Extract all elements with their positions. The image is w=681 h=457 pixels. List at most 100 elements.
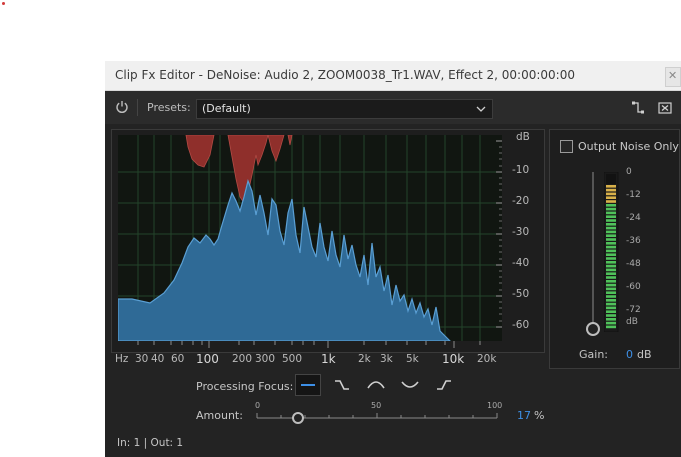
hz-label: 60 [171,353,185,365]
amount-value[interactable]: 17 [517,409,531,422]
meter-segment [606,318,616,321]
hz-label: 500 [282,353,303,365]
db-label: -60 [512,319,530,331]
toolbar-divider [137,99,138,116]
focus-flat-icon [301,384,315,386]
meter-scale-label: 0 [626,167,632,177]
hz-label: 5k [406,353,419,365]
meter-segment [606,234,616,237]
meter-segment [606,253,616,256]
meter-scale-label: -12 [626,190,641,200]
meter-segment [606,204,616,207]
amount-slider-thumb[interactable] [291,412,304,424]
hz-label: 30 [135,353,149,365]
hz-label: Hz [115,353,129,365]
meter-segment [606,264,616,268]
meter-segment [606,223,616,226]
hz-label: 200 [232,353,253,365]
hz-label: 2k [358,353,371,365]
chevron-down-icon [476,106,486,112]
db-label: dB [516,131,530,143]
meter-segment [606,306,616,310]
focus-notch-icon [401,381,419,388]
meter-segment [606,321,616,325]
db-label: -20 [512,195,530,207]
power-icon[interactable] [115,100,129,114]
focus-mid-button[interactable] [363,374,389,396]
meter-segment [606,215,616,218]
hz-label: 1k [321,352,336,366]
presets-label: Presets: [147,101,191,114]
meter-segment [606,314,616,317]
preset-value: (Default) [202,102,251,115]
meter-segment [606,196,616,199]
close-icon: ✕ [668,69,678,82]
output-noise-only-checkbox[interactable] [560,140,573,153]
clip-fx-editor-window: Clip Fx Editor - DeNoise: Audio 2, ZOOM0… [105,61,681,457]
hz-label: 20k [477,353,497,365]
meter-segment [606,211,616,215]
route-icon[interactable] [630,100,646,116]
meter-segment [606,249,616,253]
focus-low-button[interactable] [329,374,355,396]
meter-segment [606,272,616,275]
amount-label: Amount: [196,409,243,422]
meter-segment [606,200,616,203]
meter-segment [606,238,616,241]
presets-dropdown[interactable]: (Default) [196,99,493,119]
meter-segment [606,207,616,211]
meter-segment [606,276,616,279]
level-meter [604,172,619,332]
meter-segment [606,291,616,294]
red-dot [2,2,5,5]
amount-slider[interactable]: 0 50 100 [255,401,502,427]
meter-segment [606,226,616,230]
window-title: Clip Fx Editor - DeNoise: Audio 2, ZOOM0… [115,68,575,82]
meter-segment [606,185,616,188]
focus-flat-button[interactable] [295,374,321,396]
gain-fader-track[interactable] [592,172,594,326]
meter-segment [606,242,616,245]
meter-segment [606,280,616,283]
meter-scale-label: dB [626,317,638,327]
processing-focus-label: Processing Focus: [196,380,294,393]
output-noise-only-label: Output Noise Only [578,140,679,153]
spectrum-graph[interactable] [118,135,502,341]
meter-segment [606,219,616,222]
gain-label: Gain: [579,348,608,361]
gain-fader-handle[interactable] [586,322,600,336]
output-panel: Output Noise Only 0 -12 -24 -36 -48 -60 … [549,129,680,369]
meter-segment [606,302,616,306]
meter-scale-label: -72 [626,305,641,315]
meter-segment [606,230,616,234]
meter-segment [606,192,616,196]
meter-scale-label: -36 [626,236,641,246]
db-label: -50 [512,288,530,300]
db-label: -40 [512,257,530,269]
focus-low-icon [335,380,349,390]
meter-segment [606,188,616,192]
meter-scale-label: -48 [626,259,641,269]
meter-segment [606,325,616,329]
hz-label: 40 [151,353,165,365]
meter-segment [606,299,616,302]
meter-segment [606,287,616,291]
gain-value[interactable]: 0 [626,348,633,361]
clip-x-icon[interactable] [657,100,673,116]
hz-label: 10k [442,352,465,366]
title-bar: Clip Fx Editor - DeNoise: Audio 2, ZOOM0… [105,61,681,91]
focus-high-button[interactable] [431,374,457,396]
amount-unit: % [534,409,545,422]
meter-segment [606,245,616,249]
gain-unit: dB [637,348,652,361]
focus-notch-button[interactable] [397,374,423,396]
meter-segment [606,295,616,298]
hz-label: 3k [380,353,393,365]
hz-label: 100 [196,352,219,366]
hz-label: 300 [255,353,276,365]
meter-segment [606,283,616,287]
db-label: -30 [512,226,530,238]
close-button[interactable]: ✕ [665,67,681,87]
meter-segment [606,268,616,272]
io-status: In: 1 | Out: 1 [117,437,184,449]
